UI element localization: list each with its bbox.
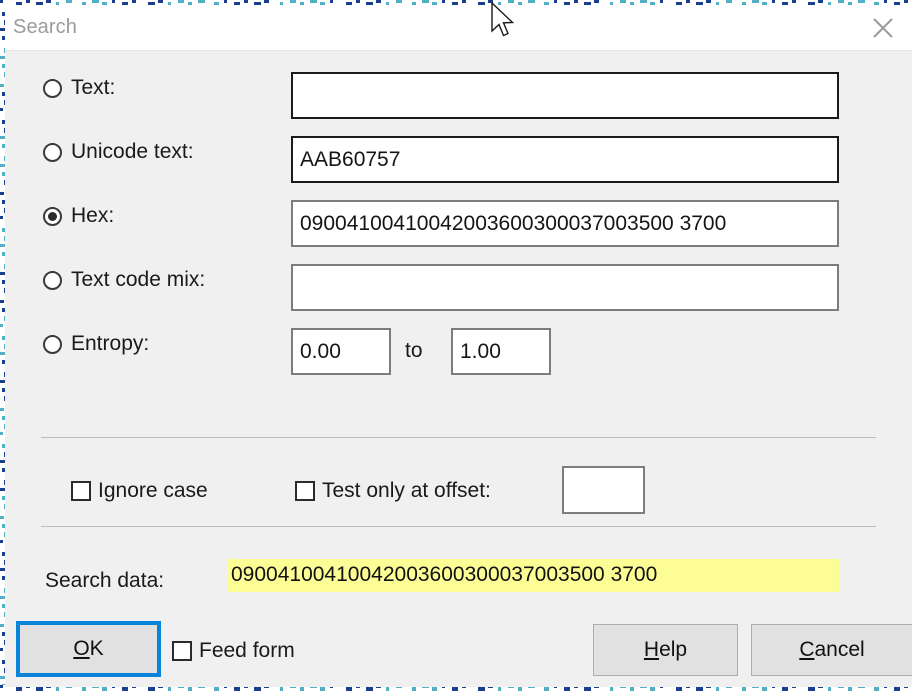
cancel-button-label: Cancel [799,638,864,662]
text-input[interactable] [291,72,839,119]
separator-top [41,437,876,438]
feed-form-option[interactable]: Feed form [172,639,295,663]
checkbox-test-only-at-offset[interactable] [295,481,315,501]
dialog-title: Search [13,16,77,39]
radio-text[interactable] [43,79,62,98]
feed-form-label: Feed form [199,639,295,663]
radio-text-label: Text: [71,76,115,100]
search-mode-text[interactable]: Text: [43,76,115,100]
search-mode-unicode-text[interactable]: Unicode text: [43,140,194,164]
test-only-at-offset-option[interactable]: Test only at offset: [295,479,491,503]
close-icon [870,15,896,41]
radio-unicode-text[interactable] [43,143,62,162]
entropy-max-input[interactable]: 1.00 [451,328,551,375]
help-button[interactable]: Help [593,624,738,676]
radio-entropy[interactable] [43,335,62,354]
radio-hex-label: Hex: [71,204,114,228]
radio-entropy-label: Entropy: [71,332,149,356]
search-mode-hex[interactable]: Hex: [43,204,114,228]
screen: Search Text: Unicod [0,0,912,692]
separator-bottom [41,526,876,527]
checkbox-feed-form[interactable] [172,641,192,661]
close-button[interactable] [854,5,912,50]
search-dialog: Search Text: Unicod [5,5,912,687]
search-data-value: 09004100410042003600300037003500 3700 [227,559,839,592]
dialog-titlebar: Search [5,5,912,51]
radio-hex[interactable] [43,207,62,226]
radio-text-code-mix-label: Text code mix: [71,268,205,292]
search-data-label: Search data: [45,569,164,593]
unicode-text-input[interactable]: AAB60757 [291,136,839,183]
radio-text-code-mix[interactable] [43,271,62,290]
offset-input[interactable] [562,466,645,514]
cancel-button[interactable]: Cancel [751,624,912,676]
text-code-mix-input[interactable] [291,264,839,311]
entropy-min-input[interactable]: 0.00 [291,328,391,375]
help-button-label: Help [644,638,687,662]
checkbox-ignore-case[interactable] [71,481,91,501]
ok-button-label: OK [73,637,103,661]
radio-unicode-text-label: Unicode text: [71,140,194,164]
search-mode-text-code-mix[interactable]: Text code mix: [43,268,205,292]
hex-input[interactable]: 09004100410042003600300037003500 3700 [291,200,839,247]
ignore-case-label: Ignore case [98,479,208,503]
ignore-case-option[interactable]: Ignore case [71,479,208,503]
test-only-at-offset-label: Test only at offset: [322,479,491,503]
entropy-to-label: to [405,339,423,363]
ok-button[interactable]: OK [16,621,161,677]
dialog-body: Text: Unicode text: AAB60757 Hex: 090041… [5,51,912,686]
search-mode-entropy[interactable]: Entropy: [43,332,149,356]
